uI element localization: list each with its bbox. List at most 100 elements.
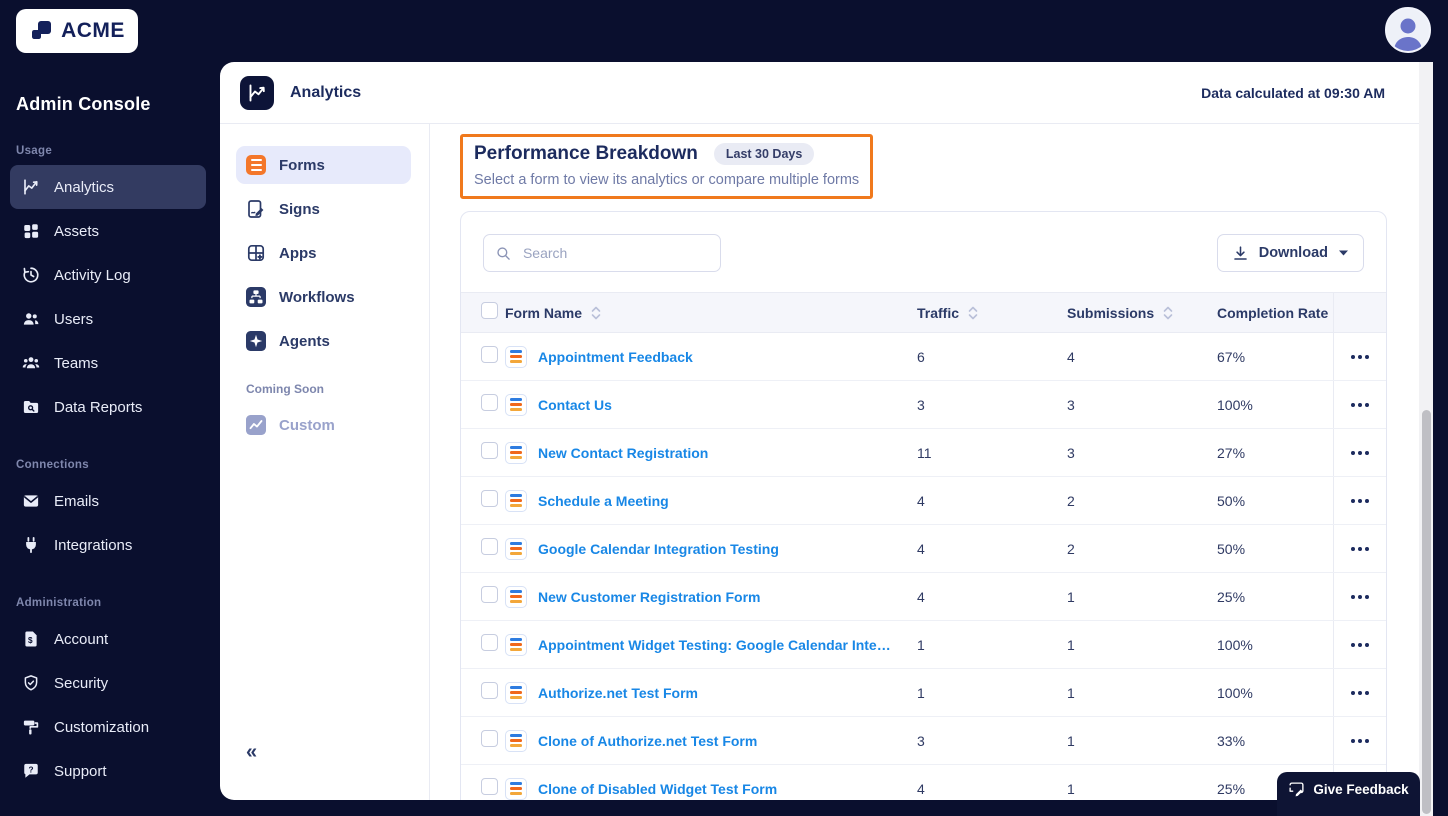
submissions-value: 3 [1067, 444, 1075, 461]
teams-icon [22, 357, 40, 369]
row-actions-button[interactable] [1345, 685, 1375, 701]
form-name-link[interactable]: Appointment Widget Testing: Google Calen… [538, 637, 891, 653]
form-name-link[interactable]: Appointment Feedback [538, 349, 693, 365]
form-name-link[interactable]: Schedule a Meeting [538, 493, 669, 509]
row-checkbox[interactable] [481, 345, 498, 363]
actions-column-header [1333, 293, 1386, 332]
acme-logo[interactable]: ACME [16, 9, 138, 53]
subnav-item-label: Signs [279, 200, 320, 218]
completion-rate-value: 100% [1217, 396, 1253, 413]
traffic-value: 6 [917, 348, 925, 365]
row-checkbox[interactable] [481, 537, 498, 555]
sidebar-item-support[interactable]: ? Support [10, 749, 206, 793]
sort-icon[interactable] [1162, 306, 1174, 320]
row-actions-button[interactable] [1345, 349, 1375, 365]
table-row: Google Calendar Integration Testing 4 2 … [461, 525, 1386, 573]
row-checkbox[interactable] [481, 633, 498, 651]
form-doc-icon [505, 345, 527, 368]
subnav-item-workflows[interactable]: Workflows [236, 278, 411, 316]
submissions-value: 1 [1067, 732, 1075, 749]
sidebar-item-teams[interactable]: Teams [10, 341, 206, 385]
row-actions-button[interactable] [1345, 445, 1375, 461]
scrollbar-thumb[interactable] [1421, 410, 1431, 814]
subnav-item-apps[interactable]: Apps [236, 234, 411, 272]
row-actions-button[interactable] [1345, 541, 1375, 557]
sidebar-item-label: Security [54, 674, 109, 692]
sidebar-item-integrations[interactable]: Integrations [10, 523, 206, 567]
download-label: Download [1258, 245, 1328, 261]
download-button[interactable]: Download [1216, 234, 1364, 272]
logo-text: ACME [61, 19, 125, 42]
row-actions-button[interactable] [1345, 493, 1375, 509]
subnav-item-custom[interactable]: Custom [236, 406, 411, 444]
collapse-sidebar-button[interactable]: « [246, 741, 257, 764]
forms-icon [246, 155, 266, 175]
sort-icon[interactable] [967, 306, 979, 320]
traffic-value: 4 [917, 588, 925, 605]
row-actions-button[interactable] [1345, 589, 1375, 605]
row-actions-button[interactable] [1345, 397, 1375, 413]
row-checkbox[interactable] [481, 585, 498, 603]
give-feedback-button[interactable]: Give Feedback [1277, 772, 1420, 816]
row-checkbox[interactable] [481, 777, 498, 795]
row-actions-button[interactable] [1345, 733, 1375, 749]
subnav-item-label: Forms [279, 156, 325, 174]
sidebar-item-assets[interactable]: Assets [10, 209, 206, 253]
traffic-value: 4 [917, 780, 925, 797]
sidebar-item-emails[interactable]: Emails [10, 479, 206, 523]
sidebar-item-label: Assets [54, 222, 100, 240]
column-header-completion-rate[interactable]: Completion Rate [1217, 305, 1328, 321]
sidebar-item-customization[interactable]: Customization [10, 705, 206, 749]
form-name-link[interactable]: New Customer Registration Form [538, 589, 760, 605]
sidebar-item-security[interactable]: Security [10, 661, 206, 705]
sidebar-item-analytics[interactable]: Analytics [10, 165, 206, 209]
subnav-item-agents[interactable]: Agents [236, 322, 411, 360]
subnav-item-forms[interactable]: Forms [236, 146, 411, 184]
user-avatar[interactable] [1385, 7, 1431, 53]
form-name-link[interactable]: New Contact Registration [538, 445, 708, 461]
search-input[interactable] [520, 244, 708, 262]
agents-icon [246, 331, 266, 351]
sort-icon[interactable] [590, 306, 602, 320]
completion-rate-value: 27% [1217, 444, 1246, 461]
download-icon [1233, 245, 1247, 260]
column-header-form-name[interactable]: Form Name [505, 305, 582, 321]
row-checkbox[interactable] [481, 729, 498, 747]
search-box[interactable] [483, 234, 721, 272]
sidebar-item-account[interactable]: $ Account [10, 617, 206, 661]
row-checkbox[interactable] [481, 681, 498, 699]
sidebar-item-label: Customization [54, 718, 150, 736]
column-header-submissions[interactable]: Submissions [1067, 305, 1154, 321]
vertical-scrollbar[interactable] [1419, 62, 1433, 816]
row-checkbox[interactable] [481, 393, 498, 411]
sidebar-item-activity-log[interactable]: Activity Log [10, 253, 206, 297]
table-row: New Contact Registration 11 3 27% [461, 429, 1386, 477]
row-actions-button[interactable] [1345, 637, 1375, 653]
traffic-value: 4 [917, 540, 925, 557]
row-checkbox[interactable] [481, 441, 498, 459]
submissions-value: 1 [1067, 780, 1075, 797]
row-checkbox[interactable] [481, 489, 498, 507]
table-row: Contact Us 3 3 100% [461, 381, 1386, 429]
traffic-value: 4 [917, 492, 925, 509]
svg-text:?: ? [28, 766, 33, 775]
form-name-link[interactable]: Google Calendar Integration Testing [538, 541, 779, 557]
form-name-link[interactable]: Clone of Disabled Widget Test Form [538, 781, 777, 797]
select-all-checkbox[interactable] [481, 301, 498, 319]
form-name-link[interactable]: Authorize.net Test Form [538, 685, 698, 701]
sidebar-item-users[interactable]: Users [10, 297, 206, 341]
submissions-value: 2 [1067, 492, 1075, 509]
sidebar-title: Admin Console [16, 94, 151, 114]
plug-icon [26, 536, 36, 554]
subnav-item-signs[interactable]: Signs [236, 190, 411, 228]
svg-text:$: $ [28, 636, 33, 645]
apps-icon [247, 244, 265, 262]
subnav-item-label: Custom [279, 416, 335, 434]
folder-search-icon [23, 401, 39, 413]
sidebar-item-data-reports[interactable]: Data Reports [10, 385, 206, 429]
form-name-link[interactable]: Contact Us [538, 397, 612, 413]
coming-soon-label: Coming Soon [246, 382, 324, 396]
form-name-link[interactable]: Clone of Authorize.net Test Form [538, 733, 757, 749]
column-header-traffic[interactable]: Traffic [917, 305, 959, 321]
section-label-connections: Connections [16, 459, 89, 471]
